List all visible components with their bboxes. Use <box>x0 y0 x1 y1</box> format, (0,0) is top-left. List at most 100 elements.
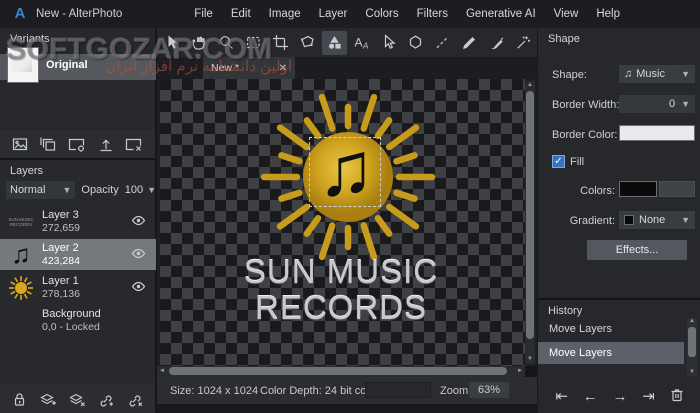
link-layers-icon[interactable] <box>97 392 114 407</box>
horizontal-scroll-thumb[interactable] <box>169 367 507 375</box>
zoom-tool[interactable] <box>214 31 239 55</box>
node-select-tool[interactable] <box>376 31 401 55</box>
layer-row-1[interactable]: Layer 1 278,136 <box>0 272 156 303</box>
menu-edit[interactable]: Edit <box>231 8 251 20</box>
unlink-layers-icon[interactable] <box>126 392 143 407</box>
menu-colors[interactable]: Colors <box>365 8 398 20</box>
menu-generative-ai[interactable]: Generative AI <box>466 8 536 20</box>
lock-icon[interactable] <box>12 392 27 407</box>
text-tool[interactable]: AA <box>349 31 374 55</box>
shape-label: Shape: <box>552 69 587 81</box>
colors-label: Colors: <box>578 185 615 197</box>
fill-checkbox[interactable]: ✓ <box>552 155 565 168</box>
trash-icon[interactable] <box>670 387 684 406</box>
scroll-left-icon[interactable]: ◄ <box>157 366 167 377</box>
zoom-label: Zoom: <box>440 385 471 397</box>
background-layer-row[interactable]: Background 0,0 - Locked <box>0 305 156 336</box>
scroll-up-icon[interactable]: ▲ <box>687 317 697 326</box>
history-item-1[interactable]: Move Layers <box>538 318 684 340</box>
history-back-icon[interactable]: ← <box>583 388 598 405</box>
opacity-value[interactable]: 100 <box>125 184 143 196</box>
scroll-right-icon[interactable]: ► <box>515 366 525 377</box>
vertical-scroll-thumb[interactable] <box>526 91 534 339</box>
music-note-icon: ♫ <box>624 68 632 80</box>
scroll-up-icon[interactable]: ▲ <box>525 81 535 90</box>
history-forward-icon[interactable]: → <box>612 388 627 405</box>
menu-filters[interactable]: Filters <box>417 8 448 20</box>
menu-image[interactable]: Image <box>269 8 301 20</box>
chevron-down-icon[interactable]: ▼ <box>147 185 156 195</box>
logo-text-line2: RECORDS <box>157 289 525 327</box>
status-bar: Size: 1024 x 1024 Color Depth: 24 bit co… <box>157 377 537 404</box>
secondary-color-swatch[interactable] <box>659 181 695 197</box>
shapes-tool[interactable] <box>322 31 347 55</box>
border-color-label: Border Color: <box>552 129 617 141</box>
menu-bar: File Edit Image Layer Colors Filters Gen… <box>194 8 620 20</box>
border-color-swatch[interactable] <box>619 125 695 141</box>
crop-tool[interactable] <box>268 31 293 55</box>
history-first-icon[interactable]: ⇤ <box>555 387 568 405</box>
variants-panel: Variants Original <box>0 28 156 158</box>
tab-new-document[interactable]: New * ✕ <box>203 57 295 79</box>
menu-view[interactable]: View <box>554 8 579 20</box>
pencil-tool[interactable] <box>457 31 482 55</box>
logo-text-line1: SUN MUSIC <box>157 253 525 291</box>
history-title: History <box>538 300 700 317</box>
scroll-down-icon[interactable]: ▼ <box>525 355 535 364</box>
layer-info: 423,284 <box>42 255 80 267</box>
brush-tool[interactable] <box>484 31 509 55</box>
app-logo-icon: A <box>12 6 28 22</box>
menu-help[interactable]: Help <box>596 8 620 20</box>
document-tab-bar: New * ✕ <box>157 57 537 79</box>
layer-info: 278,136 <box>42 288 80 300</box>
marquee-select-tool[interactable] <box>241 31 266 55</box>
line-tool[interactable] <box>430 31 455 55</box>
gradient-select[interactable]: None ▼ <box>619 211 695 229</box>
zoom-value-box[interactable]: 63% <box>469 382 509 398</box>
duplicate-variant-icon[interactable] <box>40 137 57 152</box>
layers-blend-row: Normal▼ Opacity 100 ▼ <box>0 179 156 201</box>
visibility-eye-icon[interactable] <box>131 215 146 229</box>
chevron-down-icon: ▼ <box>681 99 690 109</box>
canvas-vertical-scrollbar[interactable]: ▲ ▼ <box>525 81 535 364</box>
variant-settings-icon[interactable] <box>68 137 86 152</box>
blend-mode-select[interactable]: Normal▼ <box>6 181 75 199</box>
history-item-2[interactable]: Move Layers <box>538 342 684 364</box>
layer-info: 0,0 - Locked <box>42 321 100 333</box>
variant-thumbnail[interactable] <box>8 48 38 82</box>
history-scrollbar[interactable]: ▲ ▼ <box>687 318 697 376</box>
primary-color-swatch[interactable] <box>619 181 657 197</box>
pointer-tool[interactable] <box>160 31 185 55</box>
hand-tool[interactable] <box>187 31 212 55</box>
status-input-field[interactable] <box>365 382 431 398</box>
shape-select[interactable]: ♫ Music ▼ <box>619 65 695 83</box>
chevron-down-icon: ▼ <box>63 185 72 195</box>
history-last-icon[interactable]: ⇥ <box>642 387 655 405</box>
visibility-eye-icon[interactable] <box>131 281 146 295</box>
magic-wand-tool[interactable] <box>511 31 536 55</box>
delete-layer-icon[interactable] <box>68 392 85 407</box>
effects-button[interactable]: Effects... <box>587 240 687 260</box>
delete-variant-icon[interactable] <box>125 137 143 152</box>
menu-layer[interactable]: Layer <box>319 8 348 20</box>
tab-close-icon[interactable]: ✕ <box>279 63 287 74</box>
scroll-down-icon[interactable]: ▼ <box>687 368 697 377</box>
export-variant-icon[interactable] <box>98 137 114 152</box>
status-color-depth: Color Depth: 24 bit color <box>260 385 379 397</box>
status-size: Size: 1024 x 1024 <box>170 385 258 397</box>
polygon-tool[interactable] <box>403 31 428 55</box>
fill-label: Fill <box>570 156 584 168</box>
new-variant-icon[interactable] <box>12 137 29 152</box>
add-layer-icon[interactable] <box>39 392 56 407</box>
layer-row-3[interactable]: SUN MUSICRECORDS Layer 3 272,659 <box>0 206 156 237</box>
history-panel: History Move Layers Move Layers ▲ ▼ ⇤ ← … <box>537 300 700 413</box>
border-width-spinner[interactable]: 0 ▼ <box>619 95 695 113</box>
layer-row-2[interactable]: ♫ Layer 2 423,284 <box>0 239 156 270</box>
menu-file[interactable]: File <box>194 8 213 20</box>
history-scroll-thumb[interactable] <box>688 327 696 357</box>
canvas-area[interactable]: ♫ SUN MUSIC RECORDS ▲ ▼ <box>157 79 537 366</box>
lasso-tool[interactable] <box>295 31 320 55</box>
layer3-thumbnail: SUN MUSICRECORDS <box>4 207 38 236</box>
canvas-horizontal-scrollbar[interactable]: ◄ ► <box>157 366 525 377</box>
visibility-eye-icon[interactable] <box>131 248 146 262</box>
